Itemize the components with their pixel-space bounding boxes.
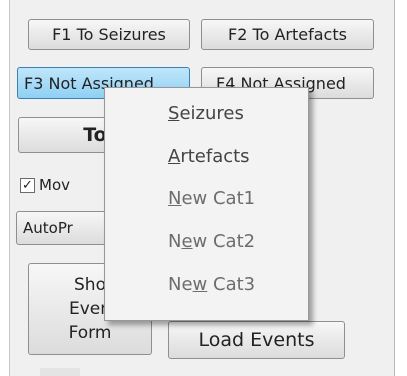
load-events-button[interactable]: Load Events [168,321,345,359]
move-checkbox-label: Mov [39,176,70,194]
context-menu: Seizures Artefacts New Cat1 New Cat2 New… [104,87,309,321]
menu-item-new-cat3[interactable]: New Cat3 [168,274,255,295]
menu-item-new-cat2[interactable]: New Cat2 [168,231,255,252]
move-checkbox[interactable]: ✓ [20,177,35,193]
f1-to-seizures-button[interactable]: F1 To Seizures [28,19,190,50]
menu-item-seizures[interactable]: Seizures [168,103,244,124]
f2-to-artefacts-button[interactable]: F2 To Artefacts [201,19,374,50]
show-events-form-line3: Form [68,323,112,343]
right-border-strip [394,0,407,376]
menu-item-artefacts[interactable]: Artefacts [168,146,250,167]
bottom-scroll-stub [40,368,80,376]
move-checkbox-row[interactable]: ✓ Mov [20,176,70,194]
autoprocess-button[interactable]: AutoPr [16,211,116,245]
show-events-form-line1: Sho [74,275,106,295]
menu-item-new-cat1[interactable]: New Cat1 [168,188,255,209]
